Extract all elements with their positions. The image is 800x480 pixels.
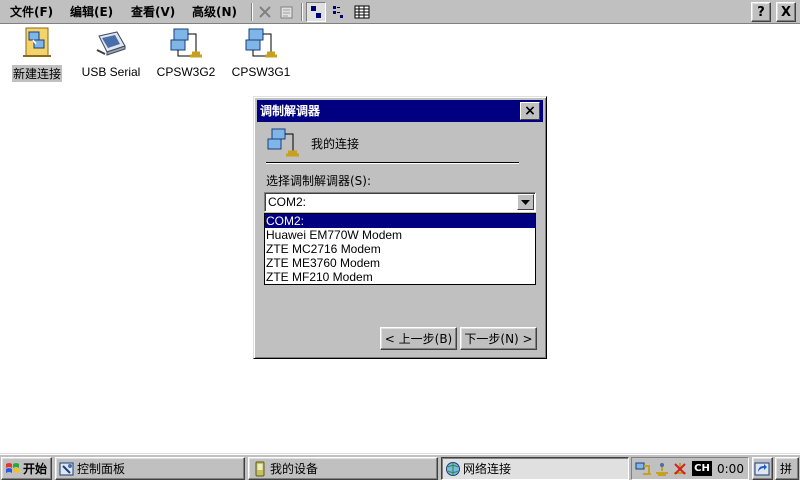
toolbar-separator [301, 3, 303, 21]
task-network-connections[interactable]: 网络连接 [441, 457, 629, 480]
network-adapter-tray-icon[interactable] [654, 461, 670, 477]
modem-dialog: 调制解调器 × 我的连接 选择调制解调器(S): COM2: COM2: Hua… [253, 96, 547, 359]
large-icons-icon [311, 6, 321, 18]
control-panel-icon [59, 461, 75, 477]
modem-option-com2[interactable]: COM2: [265, 214, 535, 228]
chevron-down-icon [521, 199, 530, 205]
input-method-label: 拼 [780, 462, 793, 476]
modem-select-label: 选择调制解调器(S): [266, 174, 372, 188]
menu-edit[interactable]: 编辑(E) [70, 4, 113, 20]
task-label: 我的设备 [270, 462, 319, 476]
menu-advanced[interactable]: 高级(N) [192, 4, 237, 20]
dialog-separator [266, 162, 519, 164]
taskbar: 开始 控制面板 我的设备 网络连接 CH 0:00 拼 [0, 454, 800, 480]
desktop-icon-label: CPSW3G2 [156, 65, 216, 79]
task-label: 控制面板 [77, 462, 126, 476]
task-control-panel[interactable]: 控制面板 [55, 457, 245, 480]
close-icon: × [524, 103, 536, 119]
modem-option-zte-mf210[interactable]: ZTE MF210 Modem [265, 270, 535, 284]
next-button-label: 下一步(N) > [464, 332, 533, 346]
disconnected-network-icon[interactable] [672, 461, 688, 477]
network-adapter-icon [243, 26, 279, 62]
desktop-icon-new-connection[interactable]: 新建连接 [4, 26, 70, 82]
combobox-dropdown-button[interactable] [517, 194, 534, 210]
back-button[interactable]: < 上一步(B) [380, 327, 457, 350]
desktop-icon-label: CPSW3G1 [231, 65, 291, 79]
input-method-button[interactable]: 拼 [775, 457, 799, 480]
toolbar-separator [251, 3, 253, 21]
details-view-button[interactable] [352, 2, 372, 22]
modem-dropdown-list: COM2: Huawei EM770W Modem ZTE MC2716 Mod… [264, 213, 536, 285]
clock[interactable]: 0:00 [717, 461, 744, 477]
windows-logo-icon [5, 461, 21, 477]
network-adapter-icon [168, 26, 204, 62]
modem-option-zte-me3760[interactable]: ZTE ME3760 Modem [265, 256, 535, 270]
connection-icon [266, 127, 300, 159]
dialog-title-bar: 调制解调器 × [257, 100, 543, 122]
next-button[interactable]: 下一步(N) > [460, 327, 537, 350]
input-language-indicator[interactable]: CH [692, 461, 712, 476]
system-tray: CH 0:00 [631, 457, 749, 480]
input-language-label: CH [694, 463, 710, 474]
delete-button[interactable] [255, 2, 275, 22]
my-device-icon [252, 461, 268, 477]
start-button[interactable]: 开始 [1, 457, 52, 480]
connection-name: 我的连接 [311, 137, 360, 151]
back-button-label: < 上一步(B) [384, 332, 453, 346]
close-label: X [780, 4, 792, 20]
network-status-icon[interactable] [635, 461, 651, 477]
show-desktop-icon [754, 461, 770, 477]
desktop-icon-label: USB Serial [81, 65, 141, 79]
desktop-icon-cpsw3g2[interactable]: CPSW3G2 [153, 26, 219, 79]
window-close-button[interactable]: X [776, 2, 796, 22]
small-icons-icon [333, 6, 343, 18]
modem-option-huawei-em770w[interactable]: Huawei EM770W Modem [265, 228, 535, 242]
desktop-icon-cpsw3g1[interactable]: CPSW3G1 [228, 26, 294, 79]
properties-icon [280, 6, 293, 19]
make-new-connection-icon [19, 26, 55, 62]
network-connections-icon [445, 461, 461, 477]
properties-button[interactable] [277, 2, 297, 22]
details-icon [354, 5, 370, 19]
dialog-title: 调制解调器 [260, 104, 321, 118]
menu-view[interactable]: 查看(V) [131, 4, 175, 20]
help-label: ? [757, 4, 765, 20]
task-label: 网络连接 [463, 462, 512, 476]
menu-file[interactable]: 文件(F) [10, 4, 53, 20]
desktop-toggle-button[interactable] [752, 457, 773, 480]
modem-combobox[interactable]: COM2: [264, 192, 536, 212]
delete-icon [259, 6, 271, 18]
modem-option-zte-mc2716[interactable]: ZTE MC2716 Modem [265, 242, 535, 256]
usb-serial-connection-icon [93, 26, 129, 62]
desktop-icon-label: 新建连接 [11, 65, 62, 82]
large-icons-view-button[interactable] [306, 2, 326, 22]
modem-combobox-value: COM2: [268, 195, 307, 209]
task-my-device[interactable]: 我的设备 [248, 457, 438, 480]
help-button[interactable]: ? [751, 2, 771, 22]
desktop-icon-usb-serial[interactable]: USB Serial [78, 26, 144, 79]
start-label: 开始 [23, 462, 48, 476]
small-icons-view-button[interactable] [329, 2, 349, 22]
dialog-close-button[interactable]: × [520, 102, 540, 120]
menu-bar: 文件(F) 编辑(E) 查看(V) 高级(N) ? X [0, 0, 800, 24]
